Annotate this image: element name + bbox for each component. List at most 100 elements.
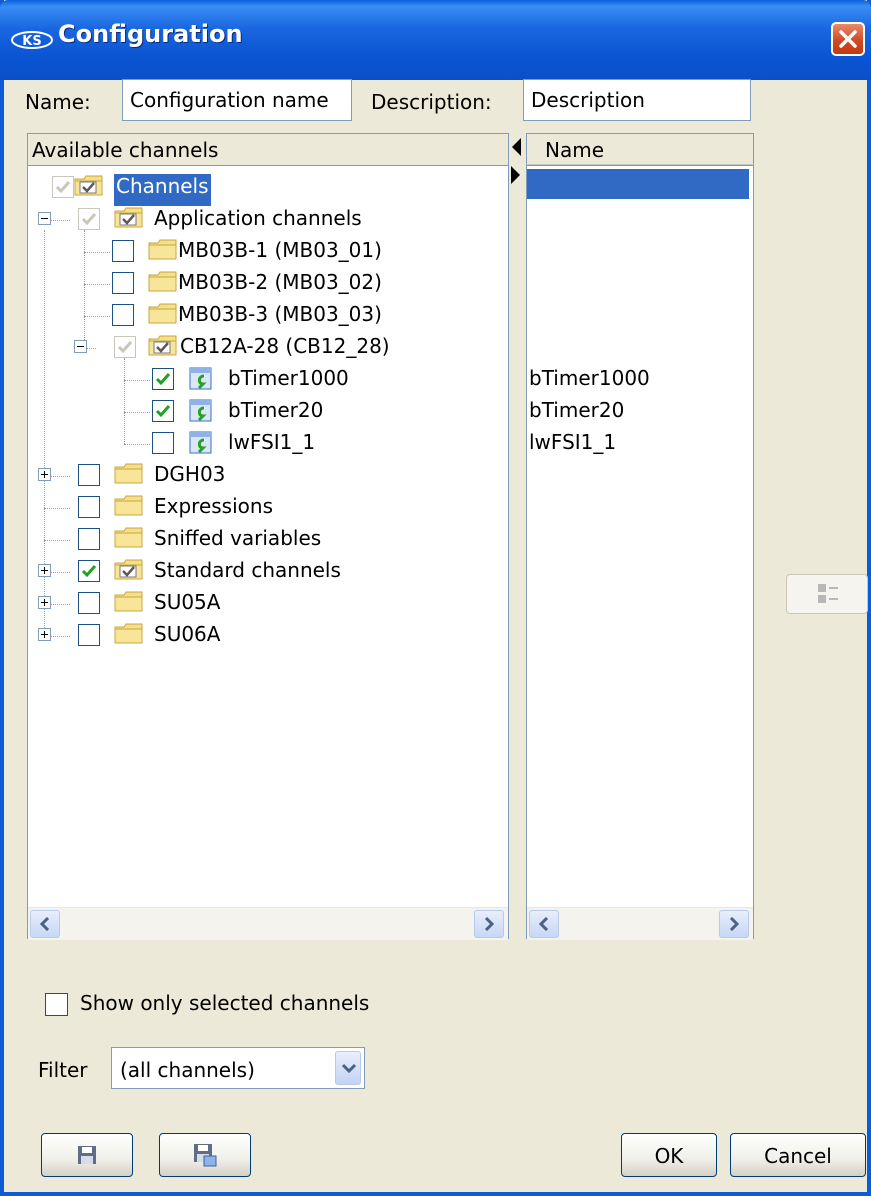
expand-toggle[interactable] <box>38 564 51 577</box>
filter-dropdown[interactable]: (all channels) <box>111 1047 365 1089</box>
collapse-toggle[interactable] <box>74 340 87 353</box>
tree-guide-line <box>44 540 70 541</box>
tree-guide-line <box>124 380 150 381</box>
variable-icon <box>189 431 212 454</box>
tree-checkbox[interactable] <box>112 240 134 262</box>
tree-node-icon <box>188 398 218 422</box>
folder-checked-icon <box>114 207 143 228</box>
tree-node-icon <box>74 174 104 196</box>
tree-guide-line <box>84 252 110 253</box>
close-icon <box>839 30 857 48</box>
dropdown-arrow-button[interactable] <box>335 1051 361 1085</box>
tree-node-label[interactable]: Channels <box>114 174 211 206</box>
expand-toggle[interactable] <box>38 468 51 481</box>
splitter-arrows[interactable] <box>509 137 523 189</box>
tree-checkbox[interactable] <box>152 368 174 390</box>
tree-node-icon <box>114 526 144 548</box>
save-as-button[interactable] <box>159 1133 251 1177</box>
tree-node-label[interactable]: MB03B-2 (MB03_02) <box>178 270 382 302</box>
list-horizontal-scrollbar[interactable] <box>527 907 753 940</box>
tree-checkbox[interactable] <box>52 176 74 198</box>
list-scroll-left-button[interactable] <box>529 910 559 938</box>
tree-node-label[interactable]: SU06A <box>154 622 220 654</box>
tree-checkbox[interactable] <box>114 336 136 358</box>
folder-icon <box>114 623 143 644</box>
tree-guide-line <box>84 230 85 346</box>
tree-horizontal-scrollbar[interactable] <box>28 907 508 940</box>
close-button[interactable] <box>831 22 865 56</box>
scroll-right-button[interactable] <box>474 910 504 938</box>
tree-guide-line <box>84 316 110 317</box>
channel-tree[interactable]: Channels Application channels MB03B-1 (MB0… <box>27 165 509 939</box>
ok-button[interactable]: OK <box>621 1133 717 1177</box>
tree-node-icon <box>114 590 144 612</box>
list-item[interactable]: bTimer1000 <box>529 366 650 390</box>
tree-checkbox[interactable] <box>78 592 100 614</box>
save-icon <box>78 1146 96 1164</box>
tree-node-label[interactable]: DGH03 <box>154 462 225 494</box>
tree-checkbox[interactable] <box>78 208 100 230</box>
expand-toggle[interactable] <box>38 596 51 609</box>
tree-checkbox[interactable] <box>78 464 100 486</box>
collapse-toggle[interactable] <box>38 212 51 225</box>
list-item[interactable]: bTimer20 <box>529 398 624 422</box>
check-icon <box>55 181 71 194</box>
name-input[interactable]: Configuration name <box>122 79 352 121</box>
tree-node-label[interactable]: Sniffed variables <box>154 526 321 558</box>
selected-channels-list[interactable]: bTimer1000 bTimer20 lwFSI1_1 <box>526 165 754 939</box>
tree-checkbox[interactable] <box>78 496 100 518</box>
tree-node-label[interactable]: lwFSI1_1 <box>228 430 315 462</box>
tree-node-label[interactable]: CB12A-28 (CB12_28) <box>180 334 390 366</box>
tree-node-label[interactable]: MB03B-1 (MB03_01) <box>178 238 382 270</box>
tree-guide-line <box>124 358 125 444</box>
tree-checkbox[interactable] <box>78 528 100 550</box>
cancel-button[interactable]: Cancel <box>730 1133 866 1177</box>
app-logo-icon: KS <box>10 30 54 50</box>
tree-node-label[interactable]: MB03B-3 (MB03_03) <box>178 302 382 334</box>
tree-node-label[interactable]: Expressions <box>154 494 273 526</box>
filter-label: Filter <box>38 1058 88 1082</box>
arrow-right-icon <box>484 917 495 931</box>
columns-button[interactable] <box>786 574 868 614</box>
list-selection-row[interactable] <box>527 169 749 199</box>
show-only-selected-checkbox[interactable] <box>45 993 68 1016</box>
description-input[interactable]: Description <box>523 79 751 121</box>
folder-icon <box>114 495 143 516</box>
tree-node-icon <box>114 206 144 228</box>
title-bar: KS Configuration <box>0 0 871 80</box>
tree-checkbox[interactable] <box>152 400 174 422</box>
tree-node-icon <box>188 366 218 390</box>
list-scroll-right-button[interactable] <box>719 910 749 938</box>
tree-checkbox[interactable] <box>152 432 174 454</box>
list-item[interactable]: lwFSI1_1 <box>529 430 616 454</box>
check-icon <box>155 373 171 386</box>
save-as-icon <box>194 1144 217 1167</box>
save-button[interactable] <box>41 1133 133 1177</box>
tree-node-label[interactable]: bTimer20 <box>228 398 323 430</box>
tree-node-icon <box>148 270 178 292</box>
tree-node-label[interactable]: Application channels <box>154 206 362 238</box>
folder-icon <box>148 303 177 324</box>
tree-checkbox[interactable] <box>78 560 100 582</box>
folder-icon <box>114 527 143 548</box>
filter-value: (all channels) <box>120 1058 255 1082</box>
name-column-header[interactable]: Name <box>526 133 754 165</box>
arrow-right-icon <box>729 917 740 931</box>
tree-guide-line <box>84 284 110 285</box>
expand-toggle[interactable] <box>38 628 51 641</box>
scroll-left-button[interactable] <box>30 910 60 938</box>
tree-checkbox[interactable] <box>112 304 134 326</box>
tree-checkbox[interactable] <box>112 272 134 294</box>
name-label: Name: <box>25 90 91 114</box>
check-icon <box>81 213 97 226</box>
variable-icon <box>189 399 212 422</box>
folder-icon <box>148 271 177 292</box>
tree-node-label[interactable]: bTimer1000 <box>228 366 349 398</box>
tree-node-label[interactable]: SU05A <box>154 590 220 622</box>
folder-checked-icon <box>74 175 103 196</box>
columns-icon <box>818 584 838 603</box>
tree-checkbox[interactable] <box>78 624 100 646</box>
available-channels-header: Available channels <box>27 133 509 165</box>
tree-node-icon <box>114 558 144 580</box>
tree-node-label[interactable]: Standard channels <box>154 558 341 590</box>
